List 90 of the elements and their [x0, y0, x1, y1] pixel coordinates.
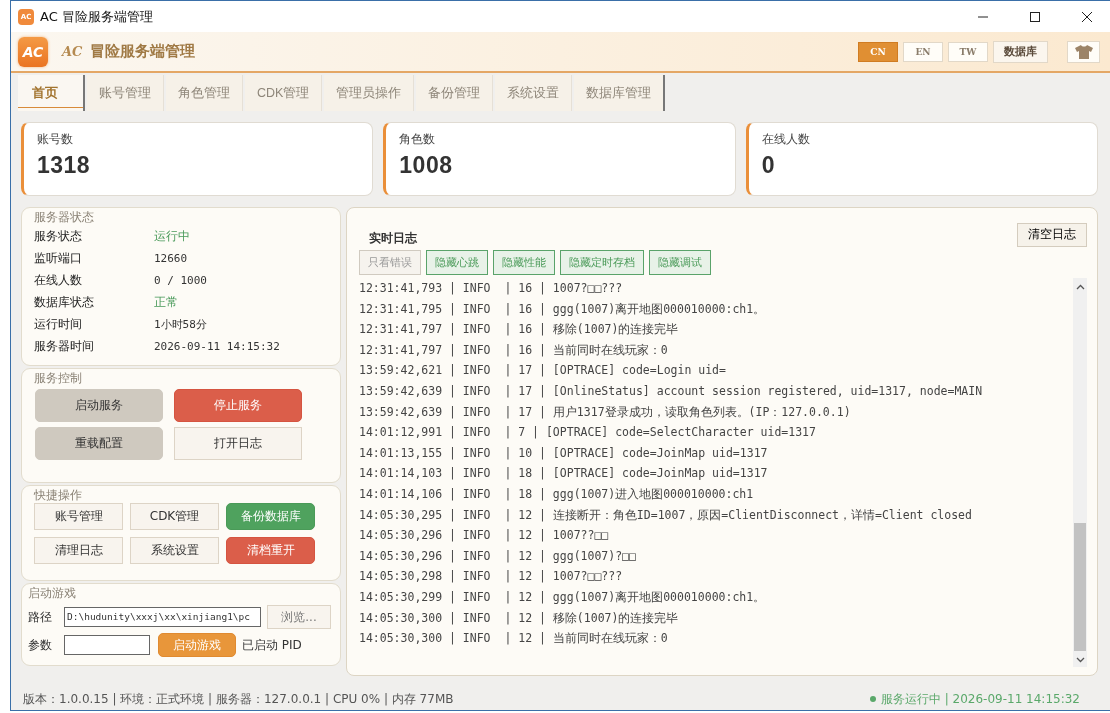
tab[interactable]: 备份管理 — [416, 75, 494, 111]
log-line: 12:31:41,797 | INFO | 16 | 当前同时在线玩家：0 — [359, 341, 669, 359]
language-button[interactable]: CN — [858, 41, 898, 62]
browse-button[interactable]: 浏览... — [267, 605, 331, 629]
log-line: 14:05:30,300 | INFO | 12 | 移除(1007)的连接完毕 — [359, 609, 680, 627]
window-title: AC 冒险服务端管理 — [40, 7, 154, 26]
log-line: 12:31:41,795 | INFO | 16 | ggg(1007)离开地图000010000:ch1。 — [359, 300, 767, 318]
clear-log-button[interactable]: 清空日志 — [1017, 222, 1087, 247]
action-button[interactable]: 账号管理 — [34, 503, 123, 530]
filter-toggle[interactable]: 只看错误 — [359, 250, 421, 275]
status-value: 运行中 — [154, 227, 190, 245]
stat-value: 0 — [761, 152, 776, 179]
status-dot-icon — [869, 696, 876, 702]
status-value: 2026-09-11 14:15:32 — [154, 339, 280, 353]
log-line: 12:31:41,793 | INFO | 16 | 1007?□□??? — [359, 280, 624, 297]
stat-value: 1318 — [37, 152, 92, 179]
log-line: 12:31:41,797 | INFO | 16 | 移除(1007)的连接完毕 — [359, 321, 680, 339]
panel-title: 服务控制 — [34, 371, 83, 386]
stat-label: 账号数 — [37, 131, 74, 148]
action-button[interactable]: 清理日志 — [34, 537, 123, 564]
tab[interactable]: 角色管理 — [166, 75, 243, 111]
control-button[interactable]: 启动服务 — [35, 389, 163, 422]
log-line: 14:05:30,298 | INFO | 12 | 1007?□□??? — [359, 568, 624, 586]
action-button[interactable]: 系统设置 — [130, 537, 219, 564]
log-line: 14:05:30,295 | INFO | 12 | 连接断开：角色ID=1007，原因=ClientDisconnect，详情=Client closed — [359, 506, 973, 524]
filter-toggle[interactable]: 隐藏调试 — [649, 250, 711, 275]
log-line: 14:01:13,155 | INFO | 10 | [OPTRACE] code=JoinMap uid=1317 — [359, 444, 769, 462]
app-title: 冒险服务端管理 — [90, 42, 197, 61]
status-label: 服务状态 — [34, 227, 83, 245]
control-button[interactable]: 打开日志 — [174, 427, 302, 460]
action-button[interactable]: 备份数据库 — [226, 503, 315, 530]
tab[interactable]: 系统设置 — [495, 75, 573, 111]
language-button[interactable]: EN — [903, 41, 943, 62]
status-label: 监听端口 — [34, 249, 83, 267]
app-logo: AC — [18, 36, 48, 67]
tab[interactable]: 首页 — [18, 75, 85, 111]
log-line: 14:05:30,296 | INFO | 12 | 1007??□□ — [359, 527, 610, 545]
status-label: 运行时间 — [34, 315, 83, 333]
control-button[interactable]: 重载配置 — [35, 427, 163, 460]
shirt-icon — [1074, 44, 1093, 59]
language-button[interactable]: TW — [948, 41, 988, 62]
tab[interactable]: 管理员操作 — [324, 75, 415, 111]
filter-toggle[interactable]: 隐藏定时存档 — [560, 250, 644, 275]
status-value: 1小时58分 — [154, 316, 207, 332]
log-line: 13:59:42,639 | INFO | 17 | 用户1317登录成功，读取角色列表。(IP：127.0.0.1) — [359, 403, 852, 421]
path-field[interactable]: D:\hudunity\xxxj\xx\xinjiang1\pc — [64, 607, 261, 627]
scroll-up-icon[interactable] — [1075, 284, 1085, 290]
log-line: 14:05:30,300 | INFO | 12 | 当前同时在线玩家：0 — [359, 630, 669, 648]
title-prefix: AC — [62, 44, 83, 59]
close-icon[interactable] — [1081, 10, 1093, 23]
log-line: 14:05:30,299 | INFO | 12 | ggg(1007)离开地图000010000:ch1。 — [359, 588, 767, 606]
status-value: 0 / 1000 — [154, 273, 207, 287]
log-line: 14:01:14,103 | INFO | 18 | [OPTRACE] code=JoinMap uid=1317 — [359, 465, 769, 483]
database-button[interactable]: 数据库 — [993, 40, 1048, 63]
path-label: 路径 — [28, 608, 52, 626]
log-line: 14:01:12,991 | INFO | 7 | [OPTRACE] code=SelectCharacter uid=1317 — [359, 424, 817, 442]
scrollbar[interactable] — [1073, 278, 1087, 667]
panel-title: 快捷操作 — [34, 488, 83, 503]
filter-toggle[interactable]: 隐藏心跳 — [426, 250, 488, 275]
status-text: 版本：1.0.0.15 | 环境：正式环境 | 服务器：127.0.0.1 | CPU 0% | 内存 77MB — [23, 690, 454, 708]
log-line: 13:59:42,621 | INFO | 17 | [OPTRACE] code=Login uid= — [359, 362, 727, 380]
action-button[interactable]: 清档重开 — [226, 537, 315, 564]
stat-label: 在线人数 — [761, 131, 811, 148]
status-label: 服务器时间 — [34, 337, 95, 355]
stat-value: 1008 — [399, 152, 454, 179]
status-value: 正常 — [154, 293, 178, 311]
server-status-text: 服务运行中 | 2026-09-11 14:15:32 — [880, 690, 1080, 708]
log-line: 13:59:42,639 | INFO | 17 | [OnlineStatus] account session registered, uid=1317, node=MAIN — [359, 382, 984, 400]
filter-toggle[interactable]: 隐藏性能 — [493, 250, 555, 275]
tab[interactable]: 数据库管理 — [574, 75, 666, 111]
args-label: 参数 — [28, 636, 52, 654]
maximize-icon[interactable] — [1029, 10, 1041, 23]
pid-label: 已启动 PID — [242, 636, 302, 654]
control-button[interactable]: 停止服务 — [174, 389, 302, 422]
panel-title: 启动游戏 — [28, 586, 77, 601]
log-title: 实时日志 — [369, 230, 417, 247]
log-line: 14:01:14,106 | INFO | 18 | ggg(1007)进入地图000010000:ch1 — [359, 485, 755, 503]
start-game-button[interactable]: 启动游戏 — [158, 633, 236, 657]
status-label: 数据库状态 — [34, 293, 95, 311]
panel-title: 服务器状态 — [34, 210, 95, 225]
tab[interactable]: 账号管理 — [87, 75, 164, 111]
log-line: 14:05:30,296 | INFO | 12 | ggg(1007)?□□ — [359, 547, 637, 565]
action-button[interactable]: CDK管理 — [130, 503, 219, 530]
theme-button[interactable] — [1067, 40, 1100, 63]
tab[interactable]: CDK管理 — [245, 75, 323, 111]
status-label: 在线人数 — [34, 271, 83, 289]
status-value: 12660 — [154, 251, 188, 265]
scroll-down-icon[interactable] — [1075, 657, 1085, 663]
args-field[interactable] — [64, 635, 150, 655]
stat-label: 角色数 — [399, 131, 437, 148]
